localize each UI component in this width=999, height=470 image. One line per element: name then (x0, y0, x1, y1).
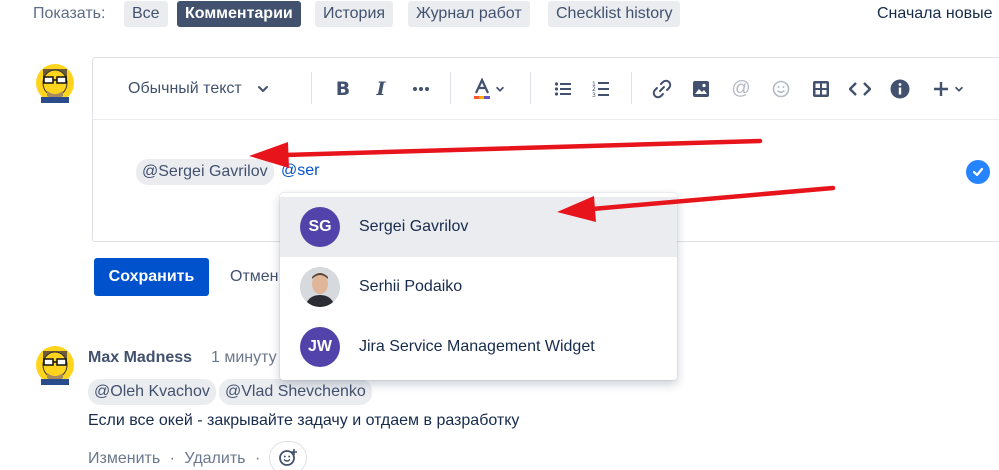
text-style-dropdown[interactable]: Обычный текст (128, 77, 270, 101)
bold-icon[interactable]: B (331, 77, 355, 101)
emoji-add-icon (279, 449, 297, 466)
code-icon[interactable] (848, 77, 872, 101)
text-style-label: Обычный текст (128, 80, 242, 97)
numbered-list-icon[interactable]: 1 2 3 (589, 77, 613, 101)
check-icon[interactable] (966, 160, 990, 184)
comment-actions: Изменить · Удалить · (88, 450, 265, 468)
delete-comment-link[interactable]: Удалить (184, 450, 245, 467)
show-label: Показать: (33, 5, 106, 22)
bullet-list-icon[interactable] (551, 77, 575, 101)
action-separator: · (169, 450, 175, 467)
mention-icon[interactable]: @ (729, 77, 753, 101)
tab-all[interactable]: Все (124, 1, 168, 27)
mention-option-name: Jira Service Management Widget (359, 338, 595, 355)
more-icon[interactable] (409, 77, 433, 101)
mention-option-jira-widget[interactable]: JW Jira Service Management Widget (280, 317, 677, 377)
tab-history[interactable]: История (315, 1, 394, 27)
comment-mention-oleh[interactable]: @Oleh Kvachov (88, 379, 216, 405)
activity-filter-bar: Показать: Все Комментарии История Журнал… (0, 0, 999, 30)
current-user-avatar (36, 64, 74, 103)
mention-option-name: Sergei Gavrilov (359, 218, 469, 235)
insert-plus-icon[interactable] (927, 77, 971, 101)
avatar (300, 267, 340, 307)
sort-order-toggle[interactable]: Сначала новые (877, 5, 992, 23)
text-color-icon[interactable] (469, 77, 509, 101)
avatar: SG (300, 207, 340, 247)
link-icon[interactable] (650, 77, 674, 101)
comment-author-name[interactable]: Max Madness (88, 349, 192, 367)
editor-toolbar: Обычный текст B I 1 2 3 @ (93, 58, 999, 120)
mention-option-serhii-podaiko[interactable]: Serhii Podaiko (280, 257, 677, 317)
tab-comments[interactable]: Комментарии (177, 1, 301, 27)
save-button[interactable]: Сохранить (94, 258, 209, 296)
svg-text:3: 3 (592, 92, 596, 98)
info-icon[interactable] (888, 77, 912, 101)
italic-icon[interactable]: I (369, 77, 393, 101)
add-reaction-button[interactable] (269, 441, 307, 470)
image-icon[interactable] (689, 77, 713, 101)
emoji-icon[interactable] (769, 77, 793, 101)
mention-suggestions-dropdown: SG Sergei Gavrilov Serhii Podaiko JW Jir… (280, 193, 677, 380)
comment-mention-vlad[interactable]: @Vlad Shevchenko (219, 379, 372, 405)
table-icon[interactable] (809, 77, 833, 101)
edit-comment-link[interactable]: Изменить (88, 450, 160, 467)
tab-work-log[interactable]: Журнал работ (408, 1, 530, 27)
tab-checklist-history[interactable]: Checklist history (548, 1, 681, 27)
mention-chip[interactable]: @Sergei Gavrilov (136, 159, 274, 185)
mention-option-name: Serhii Podaiko (359, 278, 463, 295)
comment-body: Если все окей - закрывайте задачу и отда… (88, 412, 520, 429)
mention-option-sergei-gavrilov[interactable]: SG Sergei Gavrilov (280, 197, 677, 257)
cancel-button[interactable]: Отмен (222, 258, 287, 296)
action-separator: · (254, 450, 261, 467)
comment-author-avatar (36, 346, 74, 385)
mention-query-text[interactable]: @ser (281, 162, 319, 180)
chevron-down-icon (257, 86, 268, 92)
avatar: JW (300, 327, 340, 367)
comment-timestamp[interactable]: 1 минуту (211, 349, 277, 367)
